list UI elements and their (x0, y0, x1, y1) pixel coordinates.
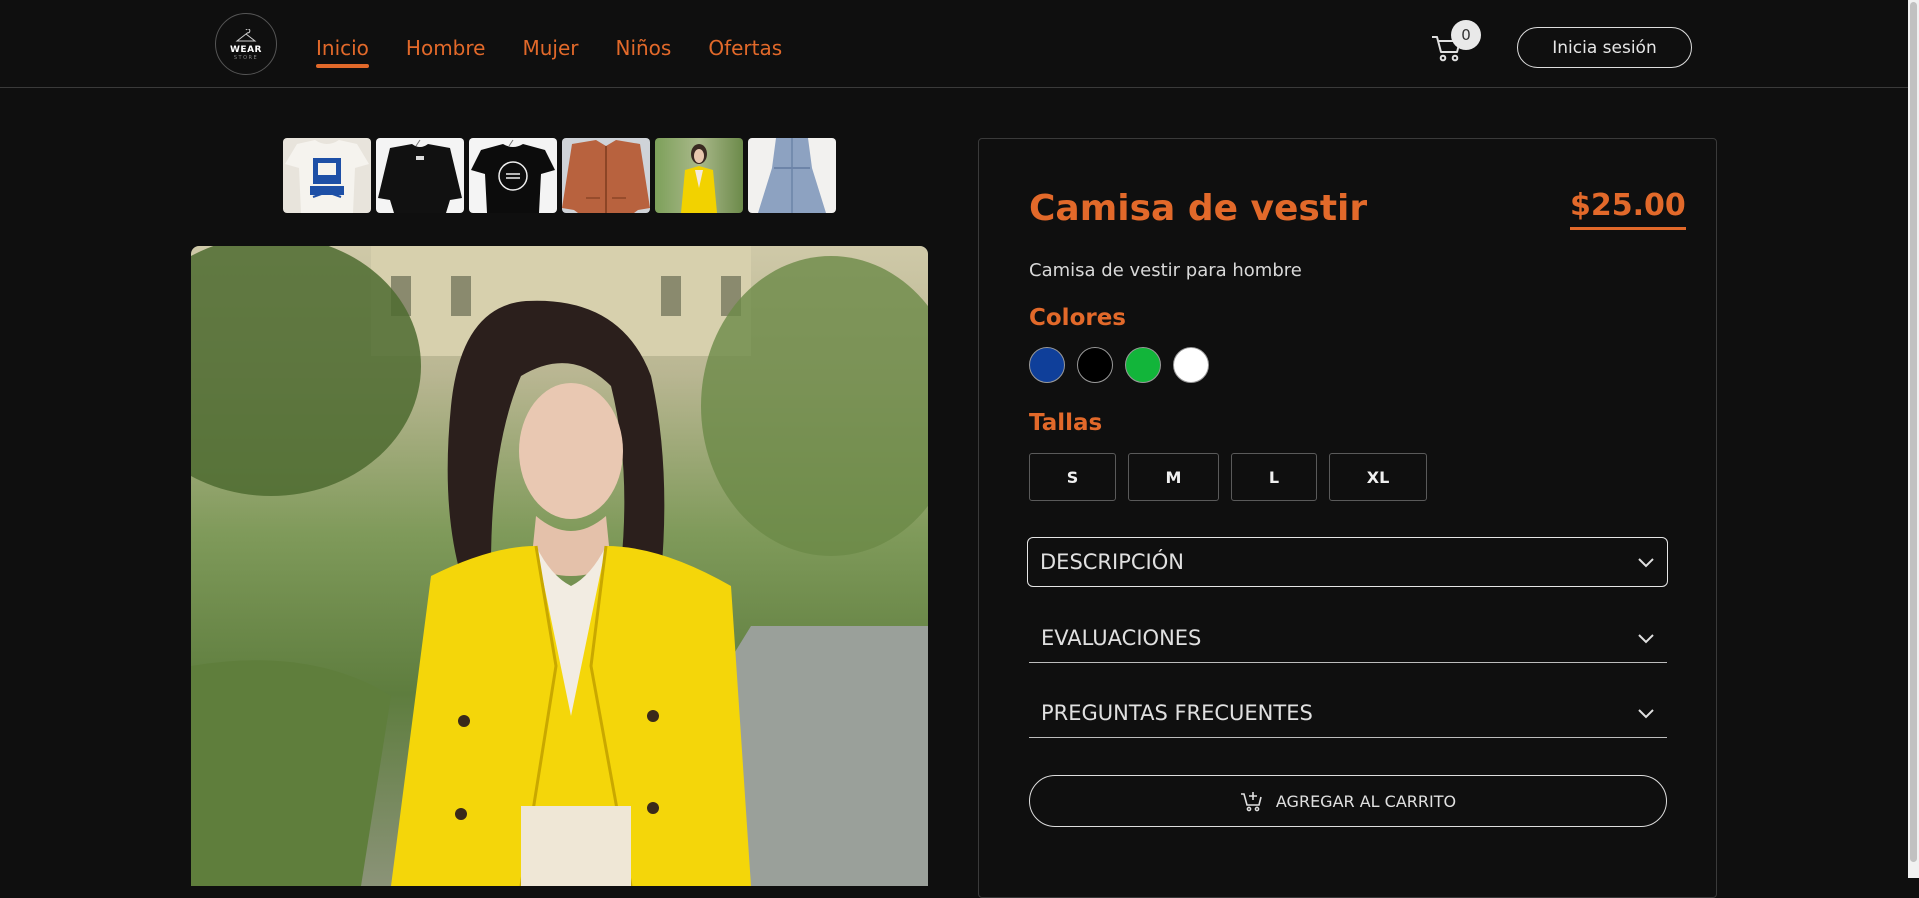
colors-heading: Colores (1029, 305, 1126, 331)
thumbnail-yellow-blazer[interactable] (655, 138, 743, 213)
accordion-evaluaciones-label: EVALUACIONES (1041, 625, 1202, 650)
product-description: Camisa de vestir para hombre (1029, 260, 1302, 281)
black-tshirt-image (471, 139, 555, 213)
nav-item-hombre[interactable]: Hombre (406, 36, 486, 66)
color-options (1029, 347, 1209, 383)
logo-subtitle: STORE (233, 55, 259, 61)
orange-jacket-image (562, 140, 650, 213)
sizes-heading: Tallas (1029, 410, 1103, 436)
size-button-m[interactable]: M (1128, 453, 1219, 501)
chevron-down-icon (1638, 558, 1654, 568)
accordion-descripcion-label: DESCRIPCIÓN (1040, 550, 1184, 574)
size-button-l[interactable]: L (1231, 453, 1317, 501)
black-sweater-image (378, 139, 462, 213)
denim-dress-image (758, 138, 826, 213)
site-header: WEAR STORE Inicio Hombre Mujer Niños Ofe… (0, 0, 1908, 88)
accordion-descripcion[interactable]: DESCRIPCIÓN (1027, 537, 1668, 587)
add-to-cart-label: AGREGAR AL CARRITO (1275, 791, 1457, 811)
yellow-blazer-image (681, 144, 717, 213)
product-title: Camisa de vestir (1029, 188, 1368, 229)
nav-item-mujer[interactable]: Mujer (522, 36, 578, 66)
chevron-down-icon (1638, 708, 1654, 718)
accordion-evaluaciones[interactable]: EVALUACIONES (1029, 613, 1667, 663)
add-to-cart-button[interactable]: AGREGAR AL CARRITO (1029, 775, 1667, 827)
logo-brand: WEAR (230, 45, 262, 55)
color-swatch-green[interactable] (1125, 347, 1161, 383)
cart-add-icon (1240, 792, 1262, 812)
thumbnail-black-tshirt[interactable] (469, 138, 557, 213)
chevron-down-icon (1638, 633, 1654, 643)
color-swatch-black[interactable] (1077, 347, 1113, 383)
white-tshirt-image (285, 140, 369, 213)
nav-item-inicio[interactable]: Inicio (316, 36, 369, 68)
thumbnail-black-sweater[interactable] (376, 138, 464, 213)
size-button-xl[interactable]: XL (1329, 453, 1427, 501)
store-logo[interactable]: WEAR STORE (215, 13, 277, 75)
nav-item-ninos[interactable]: Niños (615, 36, 671, 66)
login-button[interactable]: Inicia sesión (1517, 27, 1692, 68)
color-swatch-white[interactable] (1173, 347, 1209, 383)
nav-item-ofertas[interactable]: Ofertas (708, 36, 782, 66)
thumbnail-orange-jacket[interactable] (562, 138, 650, 213)
size-options: S M L XL (1029, 453, 1427, 501)
main-nav: Inicio Hombre Mujer Niños Ofertas (316, 36, 819, 68)
hanger-icon (235, 29, 257, 42)
thumbnail-denim-dress[interactable] (748, 138, 836, 213)
color-swatch-blue[interactable] (1029, 347, 1065, 383)
accordion-preguntas-label: PREGUNTAS FRECUENTES (1041, 700, 1313, 725)
woman-yellow-blazer-photo (191, 246, 928, 886)
product-main-image (191, 246, 928, 886)
thumbnail-strip (283, 138, 836, 213)
accordion-preguntas-frecuentes[interactable]: PREGUNTAS FRECUENTES (1029, 688, 1667, 738)
thumbnail-white-tshirt[interactable] (283, 138, 371, 213)
size-button-s[interactable]: S (1029, 453, 1116, 501)
product-price: $25.00 (1570, 188, 1686, 230)
scrollbar-thumb[interactable] (1910, 2, 1917, 862)
cart-count-badge: 0 (1451, 20, 1481, 50)
